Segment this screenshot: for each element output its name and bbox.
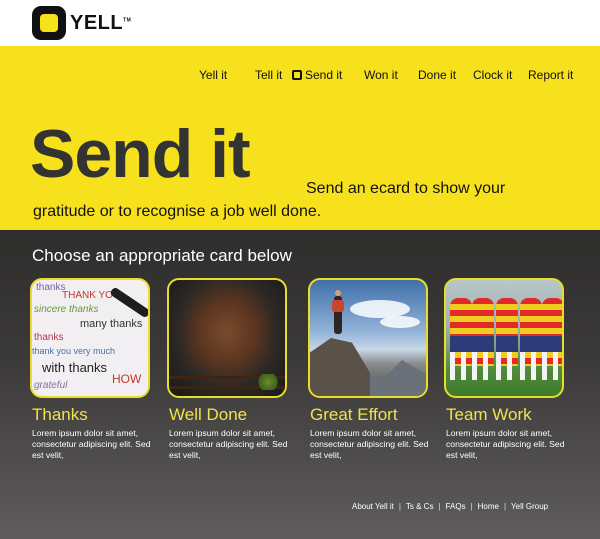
rock-outcrop — [310, 338, 370, 396]
shorts — [472, 336, 494, 352]
yell-logo[interactable]: YELLTM — [32, 6, 131, 40]
page-title: Send it — [30, 116, 251, 192]
shorts — [520, 336, 542, 352]
socks — [496, 352, 518, 380]
rosemary-icon — [257, 374, 279, 390]
hero-tagline-line1: Send an ecard to show your — [306, 180, 506, 197]
yell-logo-text: YELLTM — [70, 11, 132, 34]
cloud — [380, 316, 420, 328]
footer-link-home[interactable]: Home — [478, 502, 499, 511]
climber-figure — [332, 290, 344, 334]
shorts — [450, 336, 472, 352]
header-bar: YELLTM — [0, 0, 600, 46]
socks — [520, 352, 542, 380]
nav-tell-it[interactable]: Tell it — [255, 68, 282, 82]
card-great-effort[interactable]: Great Effort Lorem ipsum dolor sit amet,… — [308, 278, 432, 461]
main-nav: Yell it Tell it Send it Won it Done it C… — [0, 68, 600, 84]
team-work-card-image[interactable] — [444, 278, 564, 398]
card-team-work[interactable]: Team Work Lorem ipsum dolor sit amet, co… — [444, 278, 568, 461]
footer-link-about[interactable]: About Yell it — [352, 502, 394, 511]
yell-logo-mark-icon — [32, 6, 66, 40]
footer-link-faqs[interactable]: FAQs — [446, 502, 466, 511]
hero-tagline-line2: gratitude or to recognise a job well don… — [33, 203, 322, 220]
thanks-word: sincere thanks — [34, 304, 99, 315]
nav-send-it[interactable]: Send it — [292, 68, 342, 82]
footer-separator: | — [503, 502, 507, 511]
nav-clock-it[interactable]: Clock it — [473, 68, 512, 82]
thanks-card-image[interactable]: thanks THANK YOU sincere thanks many tha… — [30, 278, 150, 398]
card-description: Lorem ipsum dolor sit amet, consectetur … — [310, 428, 429, 460]
card-selection-section: Choose an appropriate card below thanks … — [0, 230, 600, 539]
card-description: Lorem ipsum dolor sit amet, consectetur … — [446, 428, 565, 460]
shorts — [542, 336, 562, 352]
shorts — [496, 336, 518, 352]
footer-link-terms[interactable]: Ts & Cs — [406, 502, 434, 511]
footer-link-yell-group[interactable]: Yell Group — [511, 502, 548, 511]
section-heading: Choose an appropriate card below — [32, 246, 292, 265]
thanks-word: grateful — [34, 380, 68, 391]
thanks-word: thank you very much — [32, 346, 116, 356]
thanks-word: many thanks — [80, 318, 143, 330]
card-title[interactable]: Well Done — [169, 405, 291, 425]
nav-won-it[interactable]: Won it — [364, 68, 398, 82]
nav-report-it[interactable]: Report it — [528, 68, 573, 82]
card-description: Lorem ipsum dolor sit amet, consectetur … — [32, 428, 151, 460]
thanks-word: HOW — [112, 372, 142, 386]
card-title[interactable]: Team Work — [446, 405, 568, 425]
footer-separator: | — [438, 502, 441, 511]
card-description: Lorem ipsum dolor sit amet, consectetur … — [169, 428, 288, 460]
pen-icon — [109, 286, 148, 319]
hero-banner: Yell it Tell it Send it Won it Done it C… — [0, 46, 600, 230]
well-done-card-image[interactable] — [167, 278, 287, 398]
footer-separator: | — [470, 502, 473, 511]
footer-separator: | — [398, 502, 401, 511]
thanks-word: thanks — [34, 332, 64, 343]
footer-links: About Yell it | Ts & Cs | FAQs | Home | Yell Gro… — [352, 502, 548, 511]
thanks-word: with thanks — [42, 360, 108, 375]
card-thanks[interactable]: thanks THANK YOU sincere thanks many tha… — [30, 278, 154, 461]
nav-yell-it[interactable]: Yell it — [199, 68, 227, 82]
card-well-done[interactable]: Well Done Lorem ipsum dolor sit amet, co… — [167, 278, 291, 461]
card-title[interactable]: Great Effort — [310, 405, 432, 425]
active-box-icon — [292, 70, 302, 80]
great-effort-card-image[interactable] — [308, 278, 428, 398]
socks — [450, 352, 472, 380]
nav-done-it[interactable]: Done it — [418, 68, 456, 82]
socks — [542, 352, 562, 380]
card-title[interactable]: Thanks — [32, 405, 154, 425]
nav-send-it-label: Send it — [305, 68, 343, 82]
socks — [472, 352, 494, 380]
